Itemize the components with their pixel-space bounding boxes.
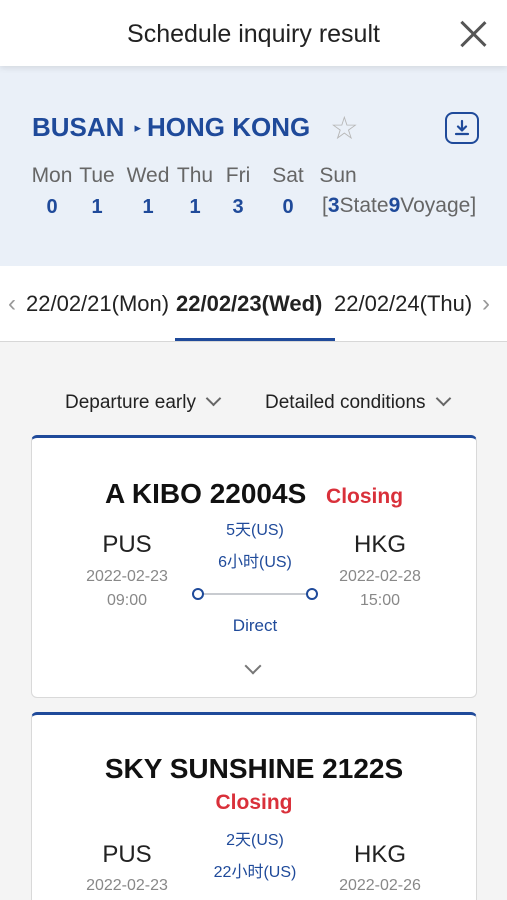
route-line: [192, 588, 318, 600]
vessel-voyage: A KIBO 22004S Closing: [104, 478, 404, 509]
status-badge: Closing: [215, 791, 293, 814]
chevron-right-icon[interactable]: ›: [482, 290, 490, 318]
download-icon: [454, 119, 470, 136]
close-icon[interactable]: [459, 20, 487, 48]
day-tue[interactable]: Tue 1: [72, 164, 122, 219]
detailed-conditions-dropdown[interactable]: Detailed conditions: [265, 390, 451, 414]
departure-datetime: 2022-02-23 09:00: [86, 568, 168, 609]
chevron-down-icon[interactable]: [244, 657, 262, 675]
download-button[interactable]: [445, 112, 479, 144]
header: Schedule inquiry result: [0, 0, 507, 66]
sort-dropdown[interactable]: Departure early: [65, 390, 222, 414]
filter-bar: Departure early Detailed conditions: [0, 380, 507, 426]
result-card[interactable]: SKY SUNSHINE 2122S Closing PUS 2022-02-2…: [31, 712, 477, 900]
arrival-datetime: 2022-02-26: [339, 877, 421, 894]
chevron-down-icon: [205, 390, 222, 407]
arrival-datetime: 2022-02-28 15:00: [339, 568, 421, 609]
origin-dot: [192, 588, 204, 600]
day-fri[interactable]: Fri 3: [213, 164, 263, 219]
date-prev[interactable]: 22/02/21(Mon): [26, 291, 169, 317]
route-summary-panel: BUSAN ▸ HONG KONG ☆ Mon 0 Tue 1 Wed 1 Thu 1 …: [0, 66, 507, 266]
departure-datetime: 2022-02-23: [86, 877, 168, 894]
departure-port: PUS: [102, 841, 152, 868]
day-sun[interactable]: Sun: [313, 164, 363, 188]
sun-count: 3: [327, 194, 340, 217]
state-voyage-summary: [3State9Voyage]: [322, 194, 477, 217]
chevron-down-icon: [435, 390, 451, 407]
day-wed[interactable]: Wed 1: [123, 164, 173, 219]
transit-time: 5天(US) 6小时(US): [218, 522, 292, 571]
vessel-voyage: SKY SUNSHINE 2122S: [104, 753, 404, 784]
transit-time: 2天(US) 22小时(US): [213, 832, 297, 881]
departure-port: PUS: [102, 531, 152, 558]
active-date-indicator: [175, 338, 335, 341]
date-current[interactable]: 22/02/23(Wed): [176, 291, 322, 317]
route-arrow-icon: ▸: [134, 119, 141, 135]
route-title: BUSAN ▸ HONG KONG: [32, 112, 310, 143]
day-sat[interactable]: Sat 0: [263, 164, 313, 219]
arrival-port: HKG: [353, 531, 406, 558]
favorite-star-icon[interactable]: ☆: [330, 112, 359, 144]
destination-port: HONG KONG: [146, 112, 311, 142]
service-type: Direct: [232, 616, 278, 635]
result-card[interactable]: A KIBO 22004S Closing PUS 2022-02-23 09:…: [31, 435, 477, 698]
chevron-left-icon[interactable]: ‹: [8, 290, 16, 318]
date-selector: ‹ 22/02/21(Mon) 22/02/23(Wed) 22/02/24(T…: [0, 266, 507, 342]
day-mon[interactable]: Mon 0: [27, 164, 77, 219]
voyage-count: 9: [388, 194, 401, 217]
arrival-port: HKG: [353, 841, 406, 868]
status-badge: Closing: [326, 485, 404, 508]
page-title: Schedule inquiry result: [127, 20, 380, 48]
destination-dot: [306, 588, 318, 600]
origin-port: BUSAN: [32, 112, 125, 142]
date-next[interactable]: 22/02/24(Thu): [334, 291, 472, 317]
